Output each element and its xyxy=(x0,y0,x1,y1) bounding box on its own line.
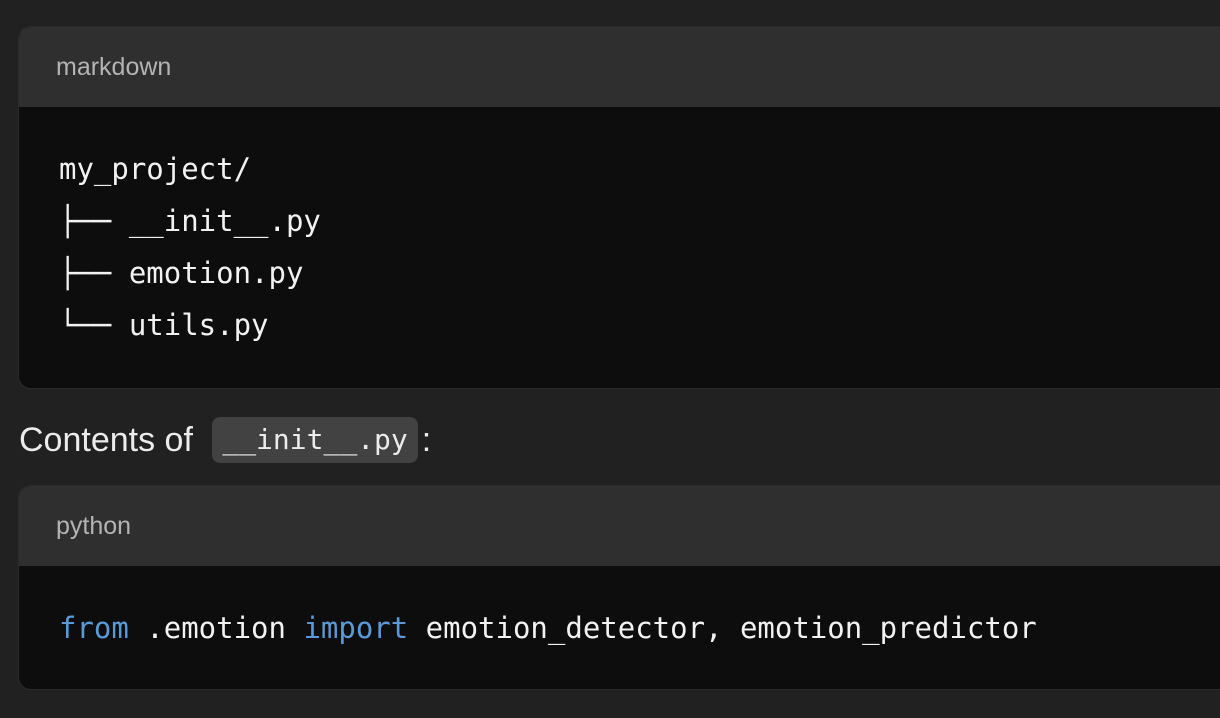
code-line: my_project/ xyxy=(59,152,252,186)
imported-names: emotion_detector, emotion_predictor xyxy=(408,611,1037,645)
module-name: .emotion xyxy=(128,611,304,645)
code-line: from .emotion import emotion_detector, e… xyxy=(59,602,1220,654)
code-line: ├── __init__.py xyxy=(59,204,321,238)
code-block-language-label: python xyxy=(19,486,1220,566)
code-block-body: from .emotion import emotion_detector, e… xyxy=(19,566,1220,689)
paragraph-prefix: Contents of xyxy=(19,420,203,459)
paragraph-suffix: : xyxy=(421,420,432,459)
code-block-markdown: markdown my_project/ ├── __init__.py ├──… xyxy=(19,27,1220,388)
code-block-language-label: markdown xyxy=(19,27,1220,107)
code-block-body: my_project/ ├── __init__.py ├── emotion.… xyxy=(19,107,1220,388)
code-line: ├── emotion.py xyxy=(59,256,304,290)
code-line: └── utils.py xyxy=(59,308,269,342)
keyword-from: from xyxy=(59,611,129,645)
code-block-python: python from .emotion import emotion_dete… xyxy=(19,486,1220,689)
paragraph-text: Contents of __init__.py: xyxy=(19,417,431,463)
keyword-import: import xyxy=(303,611,409,645)
inline-code: __init__.py xyxy=(212,417,418,463)
